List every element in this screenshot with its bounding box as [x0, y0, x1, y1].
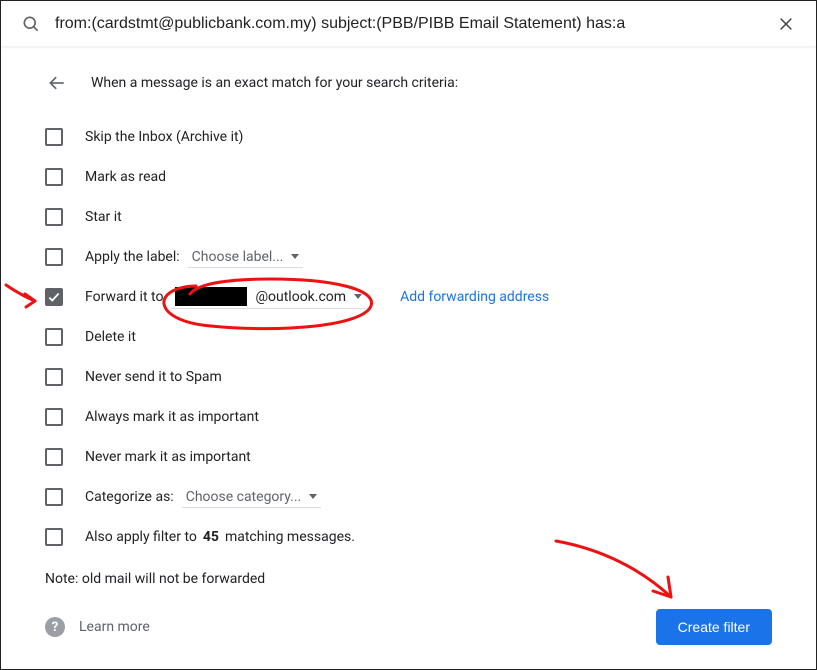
checkbox-mark-read[interactable] [45, 168, 63, 186]
checkbox-apply-label[interactable] [45, 248, 63, 266]
footer: ? Learn more Create filter [29, 587, 788, 645]
criteria-header-text: When a message is an exact match for you… [91, 75, 458, 91]
select-categorize[interactable]: Choose category... [182, 487, 322, 508]
option-delete: Delete it [29, 317, 788, 357]
learn-more-link[interactable]: ? Learn more [45, 617, 150, 637]
help-icon: ? [45, 617, 65, 637]
label-mark-read: Mark as read [85, 169, 166, 185]
also-apply-before: Also apply filter to [85, 529, 197, 545]
option-never-spam: Never send it to Spam [29, 357, 788, 397]
chevron-down-icon [291, 254, 299, 259]
select-forward-address[interactable]: @outlook.com [171, 285, 366, 309]
note-text: Note: old mail will not be forwarded [29, 557, 788, 587]
select-apply-label[interactable]: Choose label... [188, 247, 304, 268]
checkbox-delete[interactable] [45, 328, 63, 346]
option-apply-label: Apply the label: Choose label... [29, 237, 788, 277]
label-categorize: Categorize as: Choose category... [85, 487, 321, 508]
option-always-important: Always mark it as important [29, 397, 788, 437]
search-icon[interactable] [11, 4, 51, 44]
label-also-apply: Also apply filter to 45 matching message… [85, 529, 355, 545]
checkbox-never-important[interactable] [45, 448, 63, 466]
label-apply-label: Apply the label: Choose label... [85, 247, 303, 268]
filter-dialog: When a message is an exact match for you… [0, 0, 817, 670]
label-always-important: Always mark it as important [85, 409, 259, 425]
option-mark-read: Mark as read [29, 157, 788, 197]
checkbox-never-spam[interactable] [45, 368, 63, 386]
back-arrow-icon[interactable] [45, 71, 69, 95]
redacted-block [175, 287, 247, 306]
close-icon[interactable] [766, 4, 806, 44]
label-forward: Forward it to @outlook.com Add forwardin… [85, 285, 549, 309]
checkbox-forward[interactable] [45, 288, 63, 306]
checkbox-categorize[interactable] [45, 488, 63, 506]
content-area: When a message is an exact match for you… [1, 47, 816, 663]
matching-count: 45 [203, 529, 219, 545]
categorize-prefix: Categorize as: [85, 489, 174, 505]
select-apply-label-text: Choose label... [192, 249, 284, 265]
label-never-spam: Never send it to Spam [85, 369, 222, 385]
link-add-forwarding-address[interactable]: Add forwarding address [400, 289, 549, 305]
option-star: Star it [29, 197, 788, 237]
select-categorize-text: Choose category... [186, 489, 302, 505]
checkbox-also-apply[interactable] [45, 528, 63, 546]
apply-label-prefix: Apply the label: [85, 249, 180, 265]
also-apply-after: matching messages. [225, 529, 355, 545]
option-forward: Forward it to @outlook.com Add forwardin… [29, 277, 788, 317]
label-delete: Delete it [85, 329, 136, 345]
label-never-important: Never mark it as important [85, 449, 251, 465]
search-input[interactable] [51, 4, 766, 44]
checkbox-star[interactable] [45, 208, 63, 226]
chevron-down-icon [309, 494, 317, 499]
forward-prefix: Forward it to [85, 289, 163, 305]
header-row: When a message is an exact match for you… [29, 71, 788, 95]
chevron-down-icon [354, 294, 362, 299]
label-star: Star it [85, 209, 122, 225]
checkbox-always-important[interactable] [45, 408, 63, 426]
option-also-apply: Also apply filter to 45 matching message… [29, 517, 788, 557]
option-categorize: Categorize as: Choose category... [29, 477, 788, 517]
option-skip-inbox: Skip the Inbox (Archive it) [29, 117, 788, 157]
option-never-important: Never mark it as important [29, 437, 788, 477]
checkbox-skip-inbox[interactable] [45, 128, 63, 146]
search-bar [1, 1, 816, 47]
learn-more-text: Learn more [79, 619, 150, 635]
forward-dest-suffix: @outlook.com [255, 289, 346, 305]
create-filter-button[interactable]: Create filter [656, 609, 772, 645]
label-skip-inbox: Skip the Inbox (Archive it) [85, 129, 243, 145]
